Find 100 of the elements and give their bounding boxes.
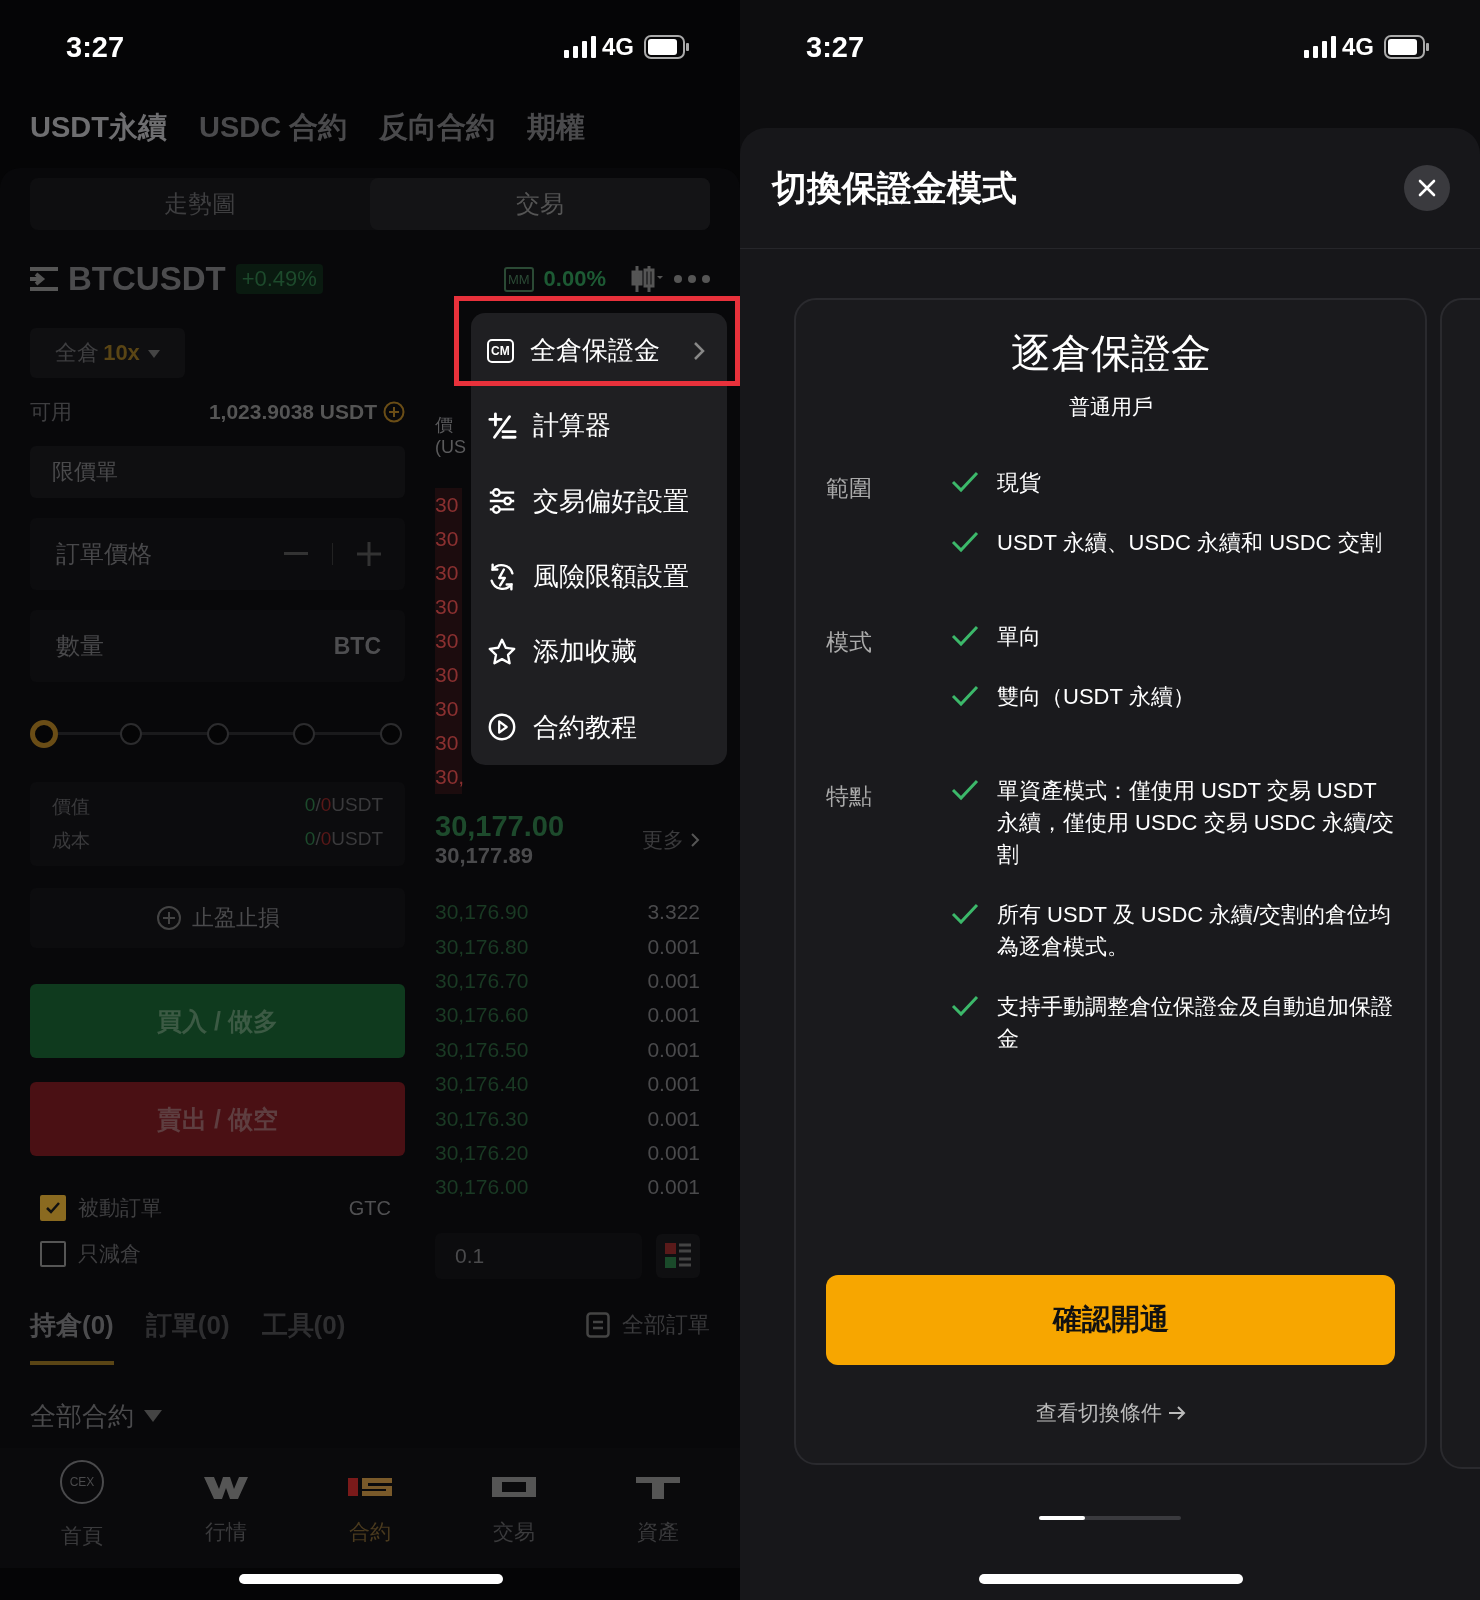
add-icon[interactable] bbox=[383, 401, 405, 423]
network-type: 4G bbox=[602, 33, 634, 61]
ask-price: 30 bbox=[435, 526, 459, 552]
view-tab[interactable]: 交易 bbox=[370, 178, 710, 230]
caret-down-icon bbox=[144, 1410, 162, 1422]
card-title: 逐倉保證金 bbox=[1010, 330, 1211, 377]
product-tab[interactable]: 期權 bbox=[527, 108, 586, 148]
price-field[interactable]: 訂單價格 bbox=[30, 518, 405, 590]
network-type: 4G bbox=[1342, 33, 1374, 61]
bid-quantity: 0.001 bbox=[647, 1140, 700, 1165]
feature-text: 單向 bbox=[997, 623, 1041, 651]
product-tab[interactable]: USDC 合約 bbox=[198, 108, 348, 148]
bid-quantity: 0.001 bbox=[647, 934, 700, 959]
plus-icon[interactable] bbox=[357, 542, 381, 566]
bid-quantity: 0.001 bbox=[647, 1037, 700, 1062]
menu-item[interactable]: 風險限額設置 bbox=[471, 539, 727, 615]
feature-text: 現貨 bbox=[997, 469, 1041, 497]
ask-price: 30 bbox=[435, 662, 459, 688]
mark-price: 30,177.89 bbox=[435, 843, 534, 869]
bid-quantity: 0.001 bbox=[647, 1175, 700, 1200]
more-icon[interactable] bbox=[674, 275, 710, 283]
ask-price: 30 bbox=[435, 628, 459, 654]
bid-quantity: 0.001 bbox=[647, 1003, 700, 1028]
add-circle-icon bbox=[155, 905, 182, 931]
document-icon[interactable] bbox=[586, 1311, 610, 1338]
quantity-input[interactable]: 數量 bbox=[54, 631, 334, 661]
ask-price: 30 bbox=[435, 594, 459, 620]
sheet-title: 切換保證金模式 bbox=[772, 166, 1018, 209]
menu-item[interactable]: CM 全倉保證金 bbox=[471, 313, 727, 389]
home-icon: CEX bbox=[60, 1459, 104, 1504]
symbol-name[interactable]: BTCUSDT bbox=[68, 260, 226, 298]
confirm-button[interactable]: 確認開通 bbox=[826, 1275, 1395, 1365]
ask-price: 30 bbox=[435, 696, 459, 722]
star-icon bbox=[487, 636, 517, 667]
minus-icon[interactable] bbox=[284, 552, 308, 556]
bid-quantity: 0.001 bbox=[647, 968, 700, 993]
menu-item[interactable]: 合約教程 bbox=[471, 689, 727, 765]
ask-price: 30 bbox=[435, 560, 459, 586]
contract-filter-dropdown[interactable]: 全部合約 bbox=[30, 1398, 134, 1434]
bid-quantity: 0.001 bbox=[647, 1072, 700, 1097]
lightning-cycle-icon bbox=[487, 561, 517, 592]
menu-item[interactable]: 交易偏好設置 bbox=[471, 463, 727, 539]
chevron-right-icon bbox=[690, 831, 700, 848]
close-icon bbox=[1417, 178, 1437, 198]
column-header: (US bbox=[435, 436, 466, 458]
product-tab[interactable]: USDT永續 bbox=[30, 108, 167, 148]
status-time: 3:27 bbox=[806, 30, 866, 64]
checkbox[interactable] bbox=[40, 1195, 66, 1221]
tp-sl-button[interactable]: 止盈止損 bbox=[30, 888, 405, 948]
ask-price: 30, bbox=[435, 764, 465, 790]
sliders-icon bbox=[487, 486, 517, 517]
order-type-dropdown[interactable]: 限價單 bbox=[30, 446, 405, 498]
mm-rate: 0.00% bbox=[543, 266, 606, 292]
quantity-field[interactable]: 數量 BTC bbox=[30, 610, 405, 682]
status-time: 3:27 bbox=[66, 30, 126, 64]
close-button[interactable] bbox=[1404, 165, 1450, 211]
time-in-force-dropdown[interactable]: GTC bbox=[348, 1196, 405, 1220]
feature-text: 單資產模式：僅使用 USDT 交易 USDT 永續，僅使用 USDC 交易 USDC 永續/交割 bbox=[997, 777, 1395, 869]
bid-quantity: 0.001 bbox=[647, 1106, 700, 1131]
conditions-link[interactable]: 查看切換條件 bbox=[1035, 1399, 1162, 1427]
last-price: 30,177.00 bbox=[435, 810, 565, 843]
depth-step-dropdown[interactable]: 0.1 bbox=[435, 1232, 642, 1279]
check-icon bbox=[951, 531, 979, 553]
candlestick-icon[interactable] bbox=[630, 264, 664, 294]
ask-price: 30 bbox=[435, 730, 459, 756]
feature-text: 支持手動調整倉位保證金及自動追加保證金 bbox=[997, 993, 1394, 1053]
plus-minus-icon bbox=[487, 411, 517, 441]
section-label: 範圍 bbox=[826, 474, 873, 503]
book-layout-icon[interactable] bbox=[656, 1233, 700, 1278]
available-balance: 1,023.9038 USDT bbox=[208, 400, 377, 424]
check-icon bbox=[951, 903, 979, 925]
feature-text: 雙向（USDT 永續） bbox=[997, 683, 1195, 711]
ask-price: 30 bbox=[435, 492, 459, 518]
card-subtitle: 普通用戶 bbox=[1068, 394, 1153, 420]
signal-icon bbox=[564, 36, 596, 58]
check-icon bbox=[951, 995, 979, 1017]
checkbox[interactable] bbox=[40, 1241, 66, 1267]
position-tab[interactable]: 持倉(0) bbox=[30, 1308, 114, 1365]
mm-badge: MM bbox=[503, 266, 534, 292]
feature-text: USDT 永續、USDC 永續和 USDC 交割 bbox=[997, 529, 1382, 557]
arrow-right-icon bbox=[1167, 1405, 1186, 1421]
check-icon bbox=[951, 685, 979, 707]
price-input[interactable]: 訂單價格 bbox=[54, 539, 284, 569]
feature-text: 所有 USDT 及 USDC 永續/交割的倉位均為逐倉模式。 bbox=[997, 901, 1393, 961]
bid-quantity: 3.322 bbox=[647, 900, 700, 925]
check-icon bbox=[951, 625, 979, 647]
section-label: 特點 bbox=[826, 782, 873, 811]
signal-icon bbox=[1304, 36, 1336, 58]
menu-item[interactable]: 添加收藏 bbox=[471, 614, 727, 690]
battery-icon bbox=[1384, 35, 1430, 59]
cm-badge-icon: CM bbox=[487, 338, 514, 363]
battery-icon bbox=[644, 35, 690, 59]
check-icon bbox=[951, 471, 979, 493]
section-label: 模式 bbox=[826, 628, 873, 657]
menu-item[interactable]: 計算器 bbox=[471, 388, 727, 464]
play-icon bbox=[487, 712, 517, 743]
menu-icon[interactable] bbox=[30, 267, 58, 291]
column-header: 價 bbox=[435, 414, 453, 436]
product-tab[interactable]: 反向合約 bbox=[379, 108, 496, 148]
nav-tab[interactable]: 合約 bbox=[315, 1453, 425, 1568]
